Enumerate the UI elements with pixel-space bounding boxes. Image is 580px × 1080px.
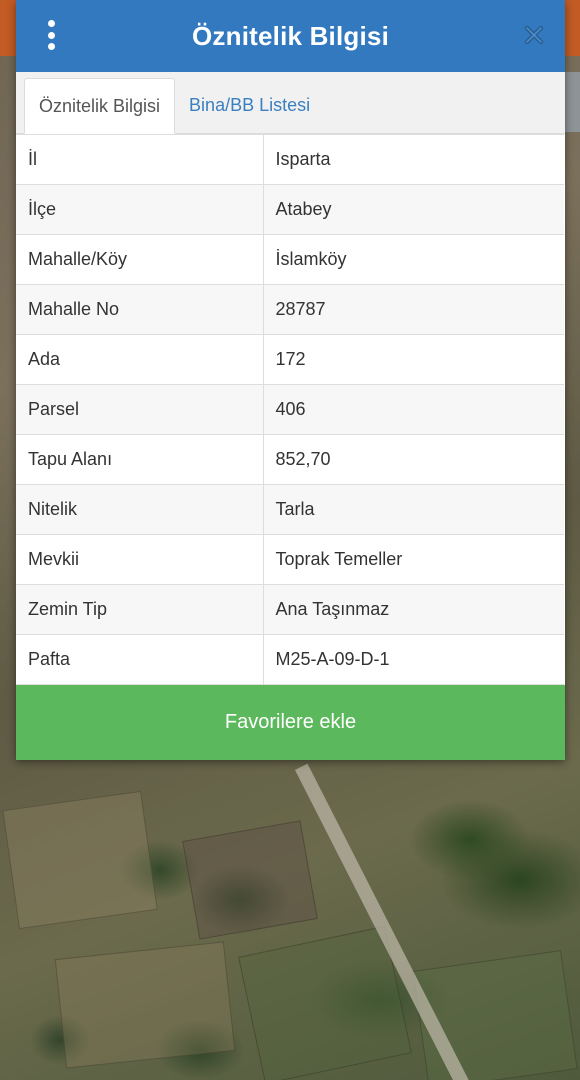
add-to-favorites-button[interactable]: Favorilere ekle: [16, 685, 565, 760]
tab-attribute-info[interactable]: Öznitelik Bilgisi: [24, 78, 176, 134]
attribute-value: Tarla: [262, 484, 564, 535]
map-field: [54, 941, 236, 1069]
table-row: Pafta M25-A-09-D-1: [16, 634, 564, 685]
attribute-key: İl: [16, 134, 264, 185]
attribute-value: Ana Taşınmaz: [262, 584, 564, 635]
dialog-header: Öznitelik Bilgisi: [16, 0, 565, 72]
kebab-menu-icon[interactable]: [44, 20, 58, 50]
table-row: İlçe Atabey: [16, 184, 564, 235]
table-row: Ada 172: [16, 334, 564, 385]
attribute-dialog: Öznitelik Bilgisi Öznitelik Bilgisi Bina…: [16, 0, 565, 760]
attribute-key: Mahalle/Köy: [16, 234, 264, 285]
table-row: Zemin Tip Ana Taşınmaz: [16, 584, 564, 635]
tab-bar: Öznitelik Bilgisi Bina/BB Listesi: [16, 72, 565, 134]
attribute-key: Ada: [16, 334, 264, 385]
attribute-value: 28787: [262, 284, 564, 335]
attribute-key: Nitelik: [16, 484, 264, 535]
close-icon[interactable]: [523, 24, 545, 46]
attribute-value: 852,70: [262, 434, 564, 485]
attribute-key: İlçe: [16, 184, 264, 235]
attribute-value: 406: [262, 384, 564, 435]
table-row: Mahalle No 28787: [16, 284, 564, 335]
map-side-control: [564, 72, 580, 132]
attribute-value: M25-A-09-D-1: [262, 634, 564, 685]
attribute-key: Tapu Alanı: [16, 434, 264, 485]
map-field: [2, 790, 158, 930]
table-row: Tapu Alanı 852,70: [16, 434, 564, 485]
tab-building-list[interactable]: Bina/BB Listesi: [175, 77, 324, 133]
attribute-value: Isparta: [262, 134, 564, 185]
attribute-key: Pafta: [16, 634, 264, 685]
attribute-key: Parsel: [16, 384, 264, 435]
attribute-value: Toprak Temeller: [262, 534, 564, 585]
attribute-table: İl Isparta İlçe Atabey Mahalle/Köy İslam…: [16, 134, 564, 685]
table-row: İl Isparta: [16, 134, 564, 185]
dialog-title: Öznitelik Bilgisi: [192, 20, 389, 51]
attribute-value: 172: [262, 334, 564, 385]
attribute-key: Zemin Tip: [16, 584, 264, 635]
map-field: [182, 820, 318, 940]
attribute-key: Mevkii: [16, 534, 264, 585]
attribute-key: Mahalle No: [16, 284, 264, 335]
table-row: Parsel 406: [16, 384, 564, 435]
table-row: Mahalle/Köy İslamköy: [16, 234, 564, 285]
table-row: Mevkii Toprak Temeller: [16, 534, 564, 585]
map-field: [412, 950, 578, 1080]
attribute-value: İslamköy: [262, 234, 564, 285]
table-row: Nitelik Tarla: [16, 484, 564, 535]
attribute-value: Atabey: [262, 184, 564, 235]
